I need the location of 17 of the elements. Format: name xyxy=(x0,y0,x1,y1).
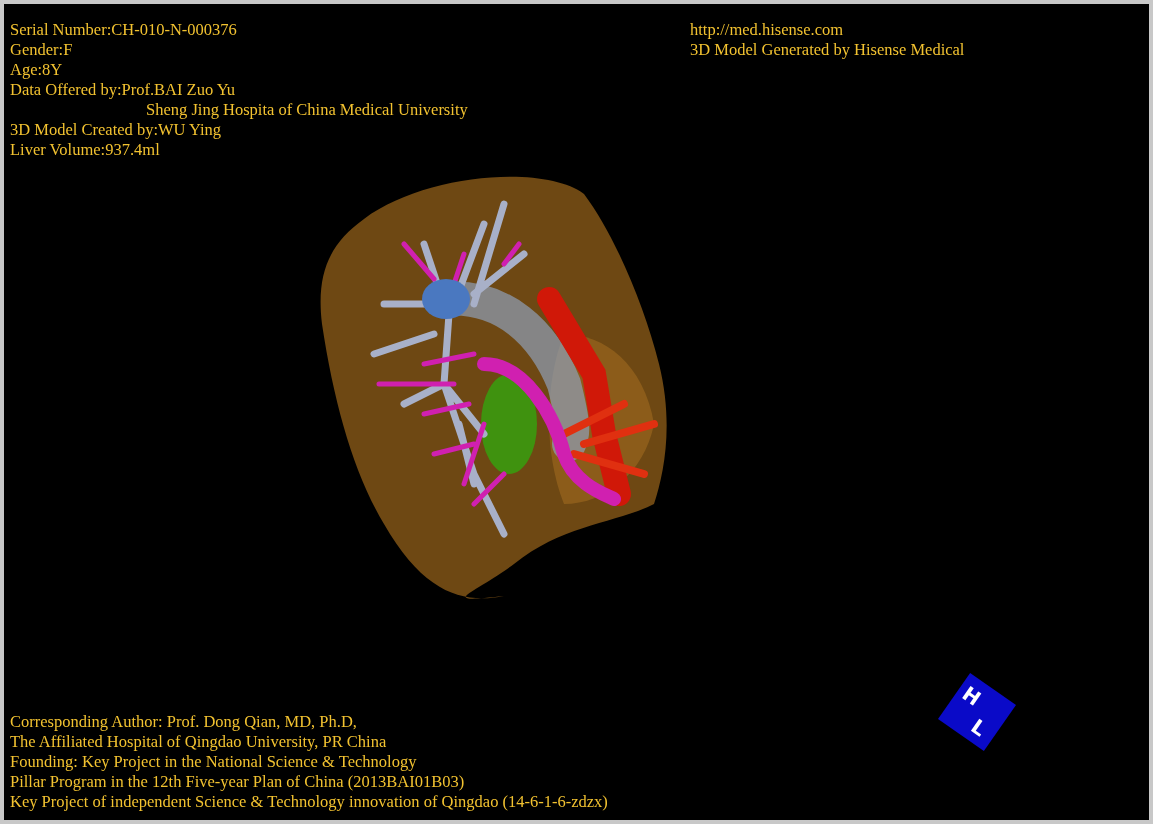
info-text: Age:8Y xyxy=(10,60,64,80)
axis-label: H xyxy=(959,683,985,709)
info-text: Sheng Jing Hospita of China Medical University xyxy=(145,100,469,120)
info-text: 3D Model Generated by Hisense Medical xyxy=(690,40,965,60)
info-text: Serial Number:CH-010-N-000376 xyxy=(10,20,238,40)
info-text: 3D Model Created by:WU Ying xyxy=(10,120,223,140)
info-text: Data Offered by:Prof.BAI Zuo Yu xyxy=(10,80,236,100)
website-link[interactable]: http://med.hisense.com xyxy=(690,20,844,40)
orientation-cube[interactable]: H L xyxy=(938,673,1016,751)
credit-text: Key Project of independent Science & Technology innovation of Qingdao (14-6-1-6-zdzx) xyxy=(10,792,608,812)
credit-text: Founding: Key Project in the National Science & Technology xyxy=(10,752,418,772)
info-text: Liver Volume:937.4ml xyxy=(10,140,161,160)
credit-text: Corresponding Author: Prof. Dong Qian, MD, Ph.D, xyxy=(10,712,358,732)
axis-label: L xyxy=(967,715,990,740)
info-text: Gender:F xyxy=(10,40,74,60)
credit-text: The Affiliated Hospital of Qingdao University, PR China xyxy=(10,732,388,752)
credit-text: Pillar Program in the 12th Five-year Plan of China (2013BAI01B03) xyxy=(10,772,466,792)
